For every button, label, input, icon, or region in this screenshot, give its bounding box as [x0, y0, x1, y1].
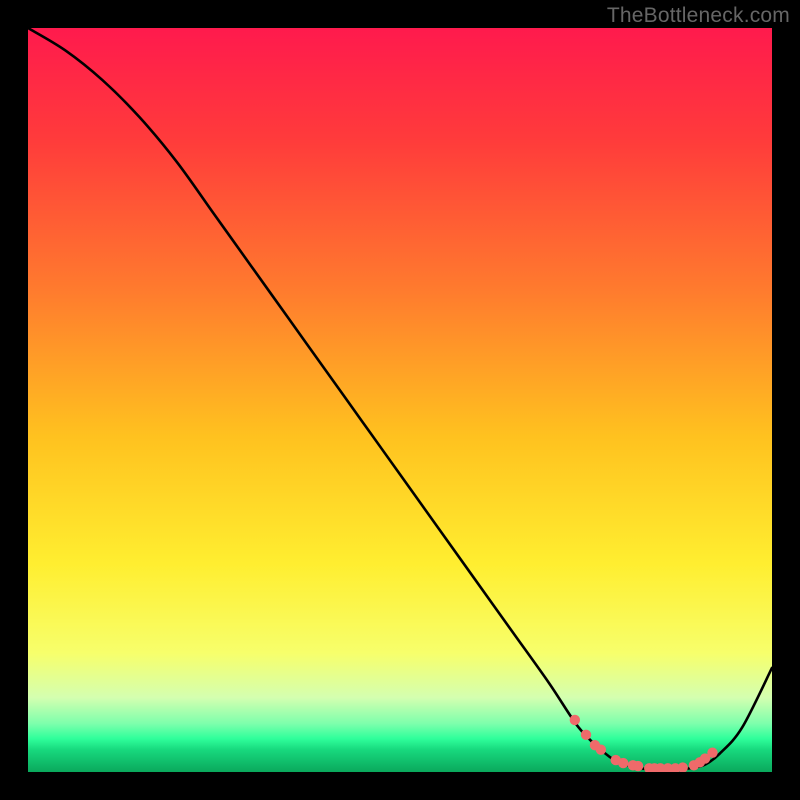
marker-dot — [596, 744, 606, 754]
chart-container: TheBottleneck.com — [0, 0, 800, 800]
plot-background — [28, 28, 772, 772]
marker-dot — [633, 761, 643, 771]
marker-dot — [618, 758, 628, 768]
chart-svg — [0, 0, 800, 800]
marker-dot — [581, 730, 591, 740]
marker-dot — [707, 747, 717, 757]
marker-dot — [570, 715, 580, 725]
watermark-text: TheBottleneck.com — [607, 4, 790, 28]
marker-dot — [678, 762, 688, 772]
